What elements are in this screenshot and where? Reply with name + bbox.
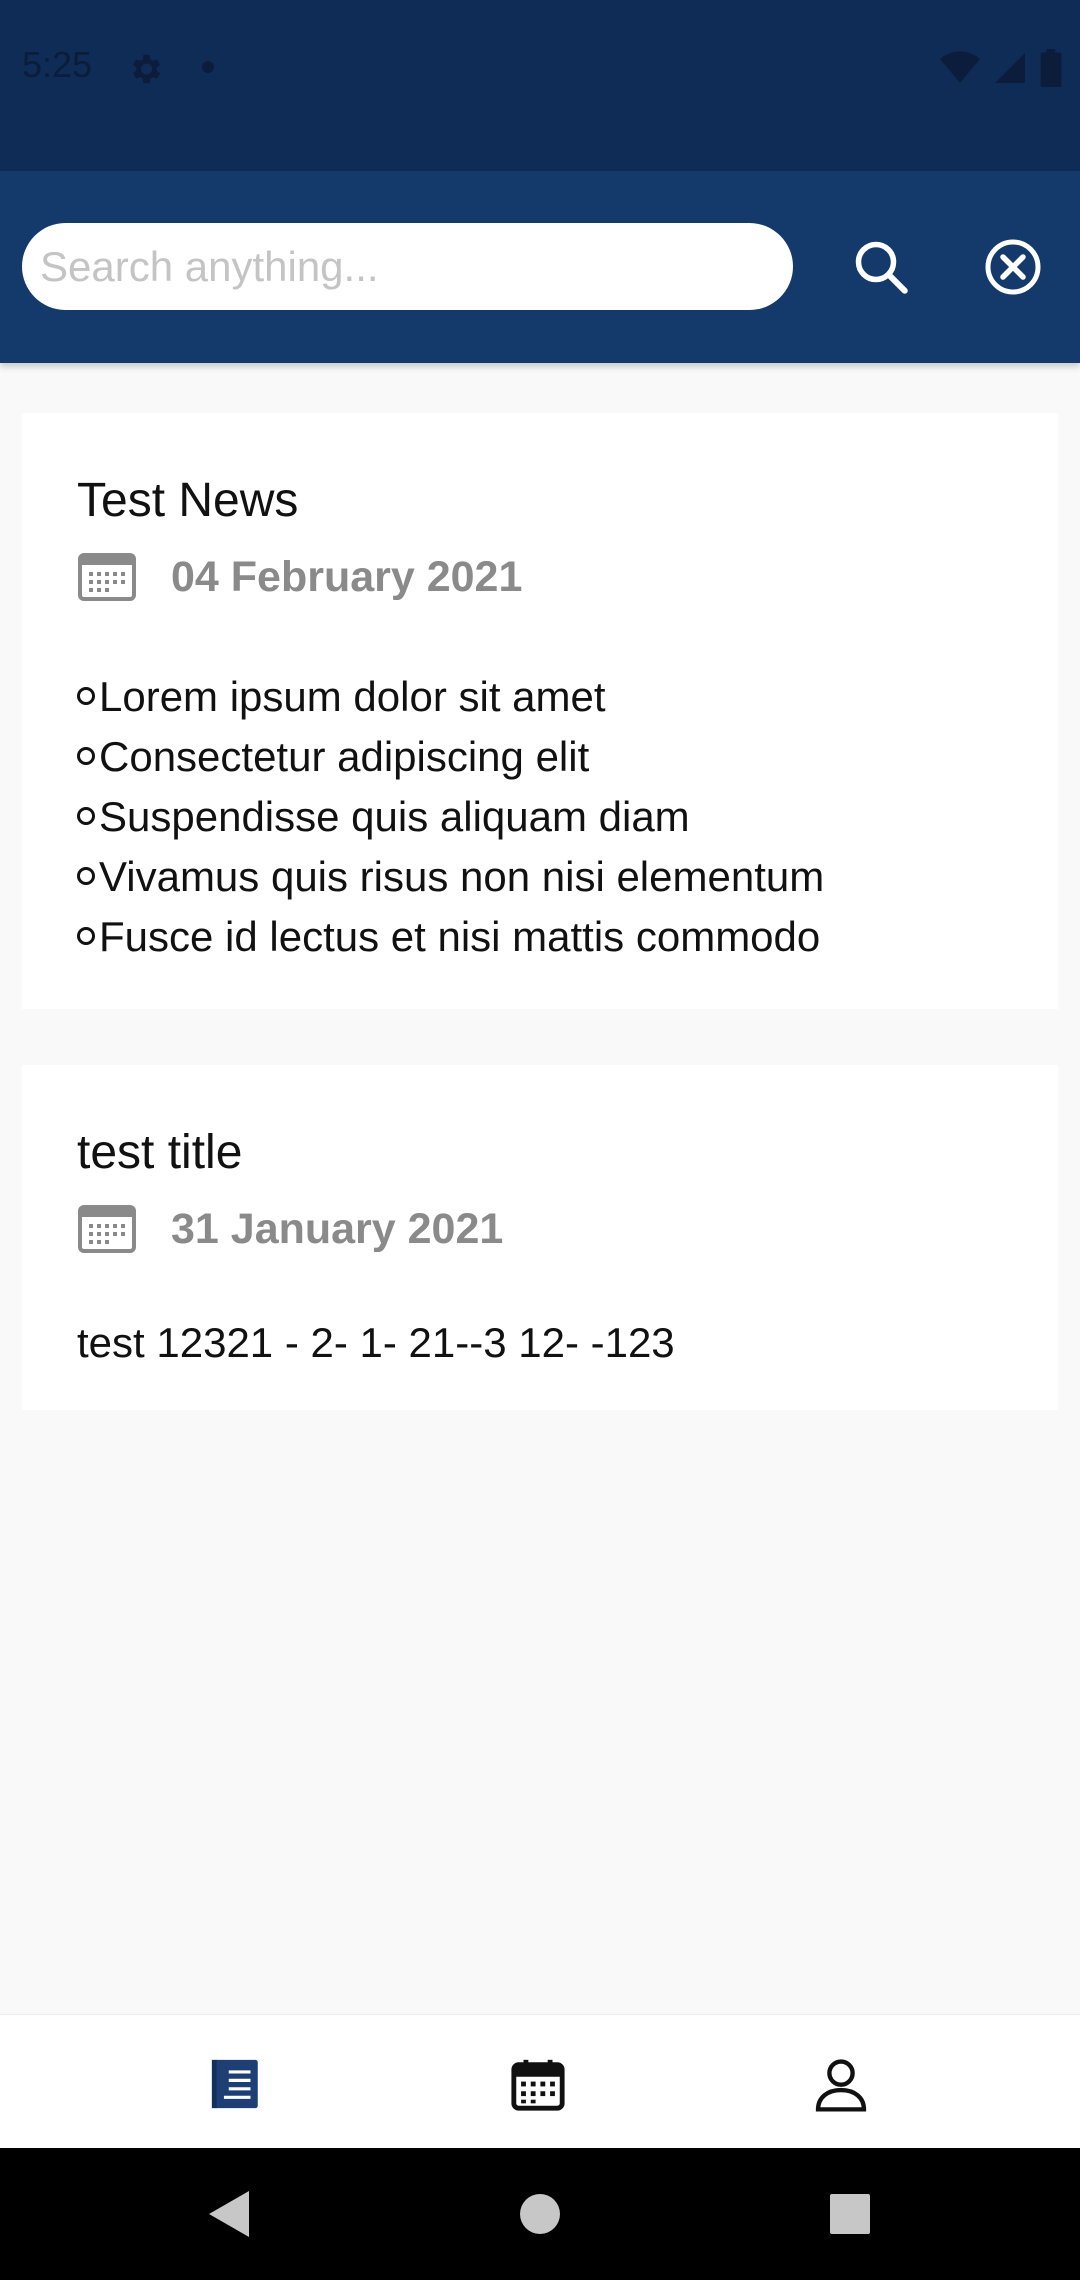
app-bar [0, 171, 1080, 363]
recents-icon[interactable] [829, 2193, 871, 2235]
news-bullet-list: Lorem ipsum dolor sit amet Consectetur a… [77, 667, 824, 967]
news-card[interactable]: Test News 04 February 2021 Lorem ipsum d… [22, 413, 1058, 1009]
back-icon[interactable] [205, 2189, 251, 2239]
bottom-navigation [0, 2014, 1080, 2149]
list-item: Suspendisse quis aliquam diam [77, 787, 824, 847]
news-icon[interactable] [207, 2055, 265, 2113]
list-item: Fusce id lectus et nisi mattis commodo [77, 907, 824, 967]
home-icon[interactable] [519, 2193, 561, 2235]
calendar-icon[interactable] [509, 2055, 567, 2113]
calendar-icon [78, 1205, 136, 1253]
bullet-circle-icon [77, 806, 95, 825]
bullet-circle-icon [77, 926, 95, 945]
gear-icon [132, 54, 161, 84]
list-item: Consectetur adipiscing elit [77, 727, 824, 787]
notification-dot [202, 61, 214, 73]
search-input[interactable] [22, 223, 793, 310]
wifi-icon [940, 51, 980, 83]
battery-icon [1040, 49, 1062, 87]
person-icon[interactable] [812, 2055, 870, 2113]
bullet-circle-icon [77, 866, 95, 885]
calendar-icon [78, 553, 136, 601]
bullet-circle-icon [77, 746, 95, 765]
status-icons [940, 48, 1062, 88]
news-card[interactable]: test title 31 January 2021 test 12321 - … [22, 1065, 1058, 1410]
status-time: 5:25 [22, 44, 93, 85]
list-item: Vivamus quis risus non nisi elementum [77, 847, 824, 907]
news-title: test title [77, 1126, 243, 1179]
news-date: 31 January 2021 [171, 1205, 504, 1253]
search-icon[interactable] [851, 237, 911, 297]
news-title: Test News [77, 474, 299, 527]
signal-icon [995, 53, 1025, 83]
system-navigation-bar [0, 2148, 1080, 2280]
news-body: test 12321 - 2- 1- 21--3 12- -123 [77, 1319, 675, 1366]
bullet-circle-icon [77, 686, 95, 705]
status-bar: 5:25 [0, 0, 1080, 171]
close-circle-icon[interactable] [983, 237, 1043, 297]
list-item: Lorem ipsum dolor sit amet [77, 667, 824, 727]
news-date: 04 February 2021 [171, 553, 523, 601]
